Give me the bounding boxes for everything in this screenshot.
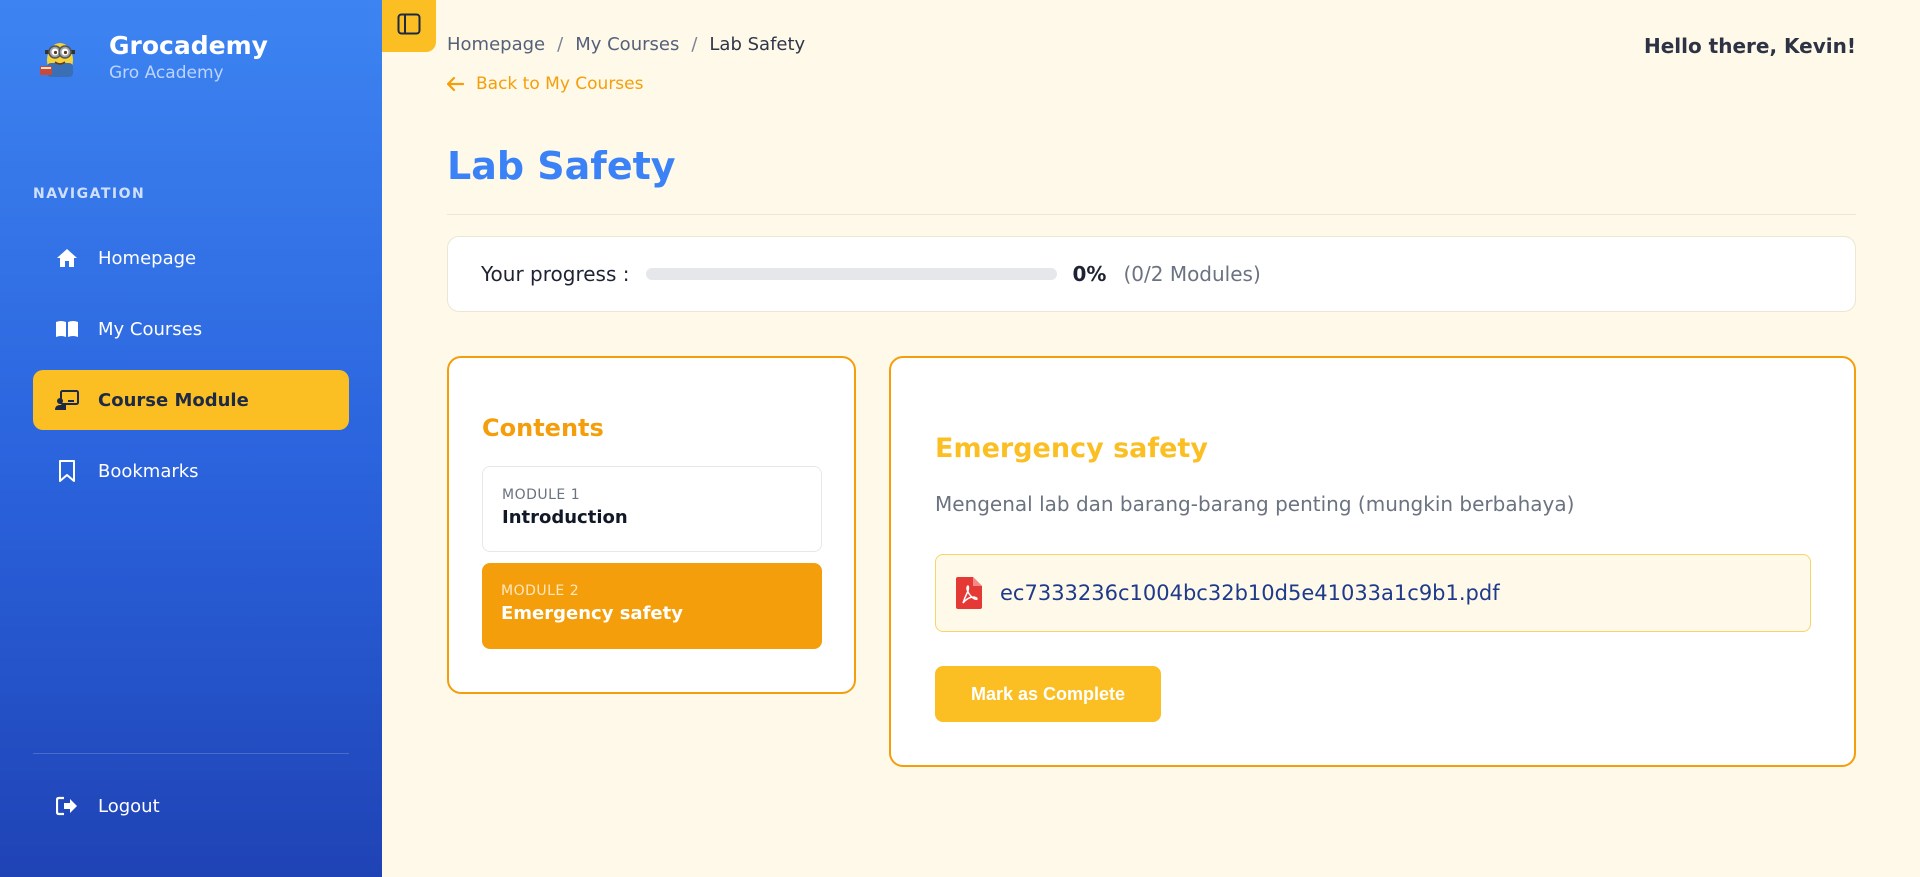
sidebar-item-label: Bookmarks bbox=[98, 460, 199, 482]
arrow-left-icon bbox=[447, 77, 464, 91]
breadcrumb-separator: / bbox=[557, 34, 564, 55]
module-detail-title: Emergency safety bbox=[935, 433, 1208, 464]
back-to-my-courses-link[interactable]: Back to My Courses bbox=[447, 74, 644, 94]
module-item-1[interactable]: MODULE 1 Introduction bbox=[482, 466, 822, 552]
user-greeting: Hello there, Kevin! bbox=[1643, 34, 1856, 58]
pdf-file-icon bbox=[956, 577, 982, 609]
progress-card: Your progress : 0% (0/2 Modules) bbox=[447, 236, 1856, 312]
mark-as-complete-button[interactable]: Mark as Complete bbox=[935, 666, 1161, 722]
sidebar-item-label: My Courses bbox=[98, 318, 203, 340]
sidebar-divider bbox=[33, 753, 349, 754]
sidebar-item-label: Homepage bbox=[98, 247, 197, 269]
pdf-file-link[interactable]: ec7333236c1004bc32b10d5e41033a1c9b1.pdf bbox=[1000, 581, 1500, 605]
module-detail-card: Emergency safety Mengenal lab dan barang… bbox=[889, 356, 1856, 767]
progress-module-count: (0/2 Modules) bbox=[1123, 262, 1261, 286]
home-icon bbox=[55, 246, 79, 270]
module-item-2[interactable]: MODULE 2 Emergency safety bbox=[482, 563, 822, 649]
back-link-label: Back to My Courses bbox=[476, 74, 644, 94]
contents-title: Contents bbox=[482, 414, 604, 442]
breadcrumb-current: Lab Safety bbox=[709, 34, 806, 55]
bookmark-icon bbox=[55, 459, 79, 483]
progress-bar bbox=[645, 268, 1057, 280]
title-divider bbox=[447, 214, 1856, 215]
breadcrumb: Homepage / My Courses / Lab Safety bbox=[447, 34, 805, 55]
progress-percent: 0% bbox=[1072, 262, 1107, 286]
breadcrumb-homepage[interactable]: Homepage bbox=[447, 34, 545, 55]
progress-label: Your progress : bbox=[481, 262, 630, 286]
sidebar-item-bookmarks[interactable]: Bookmarks bbox=[33, 441, 349, 501]
contents-card: Contents MODULE 1 Introduction MODULE 2 … bbox=[447, 356, 856, 694]
logout-button[interactable]: Logout bbox=[33, 776, 349, 836]
sidebar-item-label: Course Module bbox=[98, 389, 249, 411]
chalkboard-teacher-icon bbox=[55, 388, 79, 412]
brand-subtitle: Gro Academy bbox=[109, 63, 224, 83]
module-label: MODULE 1 bbox=[502, 487, 581, 503]
brand-name: Grocademy bbox=[109, 31, 268, 60]
module-title: Introduction bbox=[502, 507, 628, 528]
sidebar-item-homepage[interactable]: Homepage bbox=[33, 228, 349, 288]
sidebar-item-my-courses[interactable]: My Courses bbox=[33, 299, 349, 359]
module-detail-description: Mengenal lab dan barang-barang penting (… bbox=[935, 492, 1575, 516]
nav-heading: NAVIGATION bbox=[33, 186, 146, 202]
minion-mascot-logo bbox=[36, 33, 84, 81]
logout-icon bbox=[55, 794, 79, 818]
sidebar-toggle-icon bbox=[397, 13, 421, 39]
sidebar-toggle-button[interactable] bbox=[382, 0, 436, 52]
brand[interactable]: Grocademy Gro Academy bbox=[36, 30, 268, 84]
book-open-icon bbox=[55, 317, 79, 341]
breadcrumb-my-courses[interactable]: My Courses bbox=[575, 34, 679, 55]
module-title: Emergency safety bbox=[501, 603, 683, 624]
page-title: Lab Safety bbox=[447, 144, 676, 188]
breadcrumb-separator: / bbox=[691, 34, 698, 55]
sidebar: Grocademy Gro Academy NAVIGATION Homepag… bbox=[0, 0, 382, 877]
module-label: MODULE 2 bbox=[501, 583, 580, 599]
sidebar-nav: Homepage My Courses Course Module Bookma… bbox=[33, 228, 349, 512]
sidebar-item-course-module[interactable]: Course Module bbox=[33, 370, 349, 430]
pdf-attachment[interactable]: ec7333236c1004bc32b10d5e41033a1c9b1.pdf bbox=[935, 554, 1811, 632]
logout-label: Logout bbox=[98, 795, 160, 817]
